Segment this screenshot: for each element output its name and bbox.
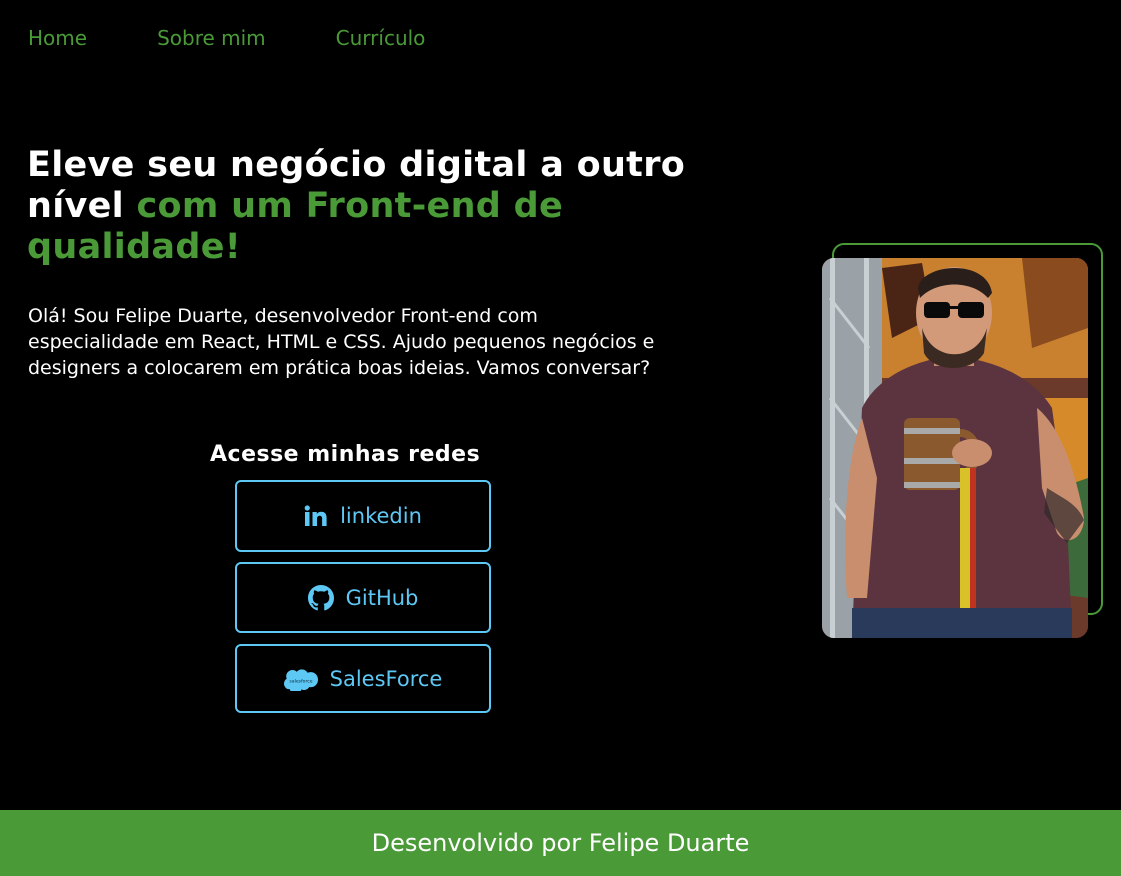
nav-link-home[interactable]: Home (28, 24, 87, 52)
github-button[interactable]: GitHub (235, 562, 491, 633)
nav-link-sobre-mim[interactable]: Sobre mim (157, 24, 266, 52)
top-nav: Home Sobre mim Currículo (28, 24, 425, 52)
salesforce-button[interactable]: salesforce SalesForce (235, 644, 491, 713)
intro-paragraph: Olá! Sou Felipe Duarte, desenvolvedor Fr… (28, 305, 655, 379)
footer: Desenvolvido por Felipe Duarte (0, 810, 1121, 876)
salesforce-label: SalesForce (329, 666, 443, 691)
svg-text:salesforce: salesforce (289, 678, 312, 684)
linkedin-button[interactable]: linkedin (235, 480, 491, 552)
profile-photo (822, 258, 1088, 638)
social-heading: Acesse minhas redes (210, 442, 481, 467)
footer-text: Desenvolvido por Felipe Duarte (371, 829, 750, 857)
hero-title: Eleve seu negócio digital a outro nível … (27, 145, 687, 268)
nav-link-curriculo[interactable]: Currículo (336, 24, 426, 52)
page: Home Sobre mim Currículo Eleve seu negóc… (0, 0, 1121, 876)
social-links: linkedin GitHub salesforce SalesForce (235, 480, 491, 713)
salesforce-icon: salesforce (283, 667, 318, 691)
github-label: GitHub (345, 585, 419, 610)
linkedin-label: linkedin (340, 504, 422, 528)
github-icon (307, 584, 334, 611)
linkedin-icon (304, 505, 328, 527)
